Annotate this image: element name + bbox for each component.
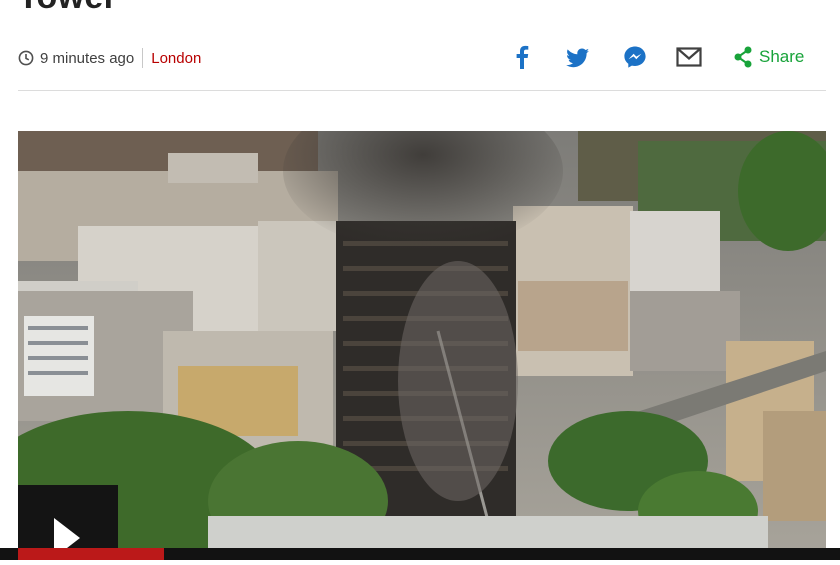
share-label: Share bbox=[759, 47, 805, 66]
timestamp: 9 minutes ago bbox=[40, 49, 135, 67]
email-icon bbox=[676, 47, 702, 67]
video-progress-bar[interactable] bbox=[18, 548, 164, 560]
video-player[interactable] bbox=[18, 131, 826, 551]
twitter-share-button[interactable] bbox=[565, 42, 591, 72]
meta-divider bbox=[142, 48, 144, 68]
messenger-share-button[interactable] bbox=[622, 42, 648, 72]
email-share-button[interactable] bbox=[675, 42, 703, 72]
clock-icon bbox=[18, 50, 34, 66]
video-frame bbox=[18, 131, 826, 551]
twitter-icon bbox=[566, 48, 589, 68]
header-divider bbox=[18, 90, 826, 91]
article-meta: 9 minutes ago London bbox=[18, 46, 201, 70]
share-button[interactable]: Share bbox=[733, 42, 804, 72]
facebook-icon bbox=[516, 45, 529, 69]
article-headline: Tower bbox=[18, 0, 117, 17]
location-link[interactable]: London bbox=[151, 50, 201, 67]
share-icon bbox=[734, 46, 752, 68]
facebook-share-button[interactable] bbox=[510, 42, 534, 72]
messenger-icon bbox=[624, 46, 646, 68]
